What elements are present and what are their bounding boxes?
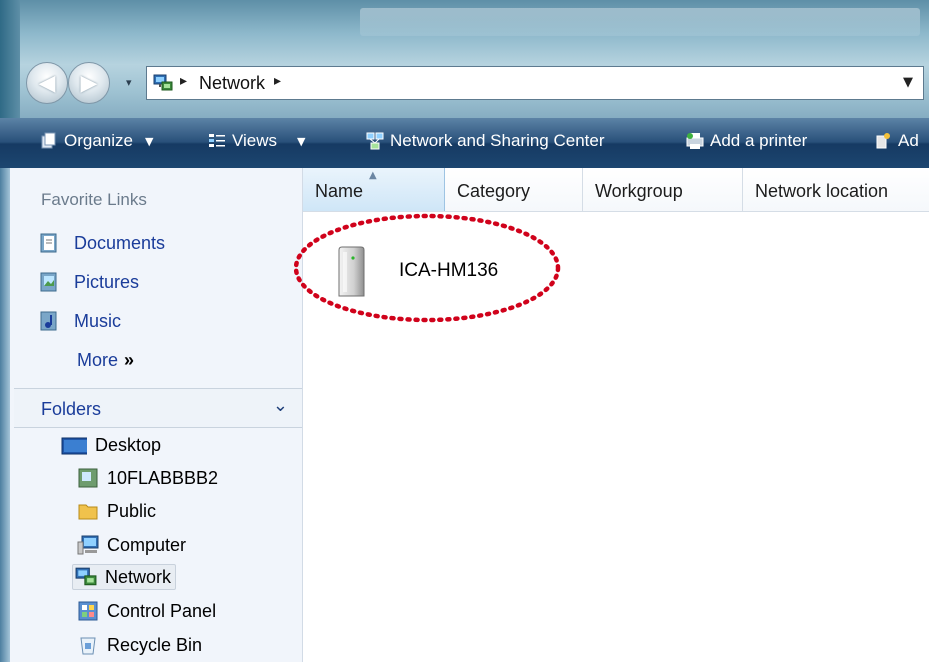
views-button[interactable]: Views ▼ (208, 131, 306, 151)
forward-button[interactable]: ▶ (68, 62, 110, 104)
favorite-link-label: Pictures (74, 271, 140, 292)
user-folder-icon (78, 468, 98, 488)
double-chevron-right-icon: » (124, 350, 135, 370)
recycle-bin-icon (80, 637, 96, 655)
network-sharing-center-label: Network and Sharing Center (390, 131, 605, 150)
column-header-name[interactable]: ▲ Name (303, 168, 445, 211)
tree-item-label: 10FLABBBB2 (107, 467, 219, 488)
column-label: Network location (755, 181, 889, 201)
tree-item-label: Control Panel (107, 600, 217, 621)
title-bar: ◀ ▶ ▾ ▸ Network ▸ ▼ (0, 0, 929, 118)
address-dropdown-icon[interactable]: ▼ (903, 75, 913, 90)
address-bar[interactable]: ▸ Network ▸ ▼ (146, 66, 924, 100)
column-label: Workgroup (595, 181, 683, 201)
add-device-icon (876, 133, 890, 149)
command-toolbar: Organize ▼ Views ▼ Network and Sharing C… (0, 118, 929, 168)
tree-item-label: Public (107, 500, 157, 521)
column-header-category[interactable]: Category (445, 168, 583, 211)
tree-item-computer[interactable]: Computer (77, 534, 186, 556)
column-header-row: ▲ Name Category Workgroup Network locati… (303, 168, 929, 212)
pictures-icon (40, 272, 57, 292)
chevron-down-icon[interactable]: ⌄ (273, 395, 288, 416)
organize-label: Organize (64, 131, 133, 150)
tree-item-label: Computer (107, 534, 187, 555)
tree-item-label: Recycle Bin (107, 634, 203, 655)
control-panel-icon (78, 601, 98, 621)
breadcrumb-separator-icon[interactable]: ▸ (274, 73, 281, 89)
column-label: Category (457, 181, 531, 201)
favorite-links-header: Favorite Links (41, 190, 147, 209)
favorite-link-documents[interactable]: Documents (38, 232, 165, 254)
tree-item-recycle-bin[interactable]: Recycle Bin (77, 634, 202, 656)
navigation-buttons: ◀ ▶ ▾ (26, 62, 146, 104)
favorite-link-label: Music (74, 310, 122, 331)
favorite-link-pictures[interactable]: Pictures (38, 271, 139, 293)
network-icon (75, 567, 97, 586)
add-device-button[interactable]: Ad (874, 131, 919, 151)
organize-icon (41, 132, 56, 149)
window-frame-edge (0, 168, 10, 662)
views-label: Views (232, 131, 278, 150)
navigation-pane: Favorite Links Documents Pictures Music … (0, 168, 303, 662)
organize-button[interactable]: Organize ▼ (40, 131, 153, 151)
desktop-icon (61, 437, 87, 455)
back-button[interactable]: ◀ (26, 62, 68, 104)
printer-icon (686, 133, 704, 149)
explorer-window: ◀ ▶ ▾ ▸ Network ▸ ▼ Organize ▼ Views ▼ N… (0, 0, 929, 662)
favorite-link-music[interactable]: Music (38, 310, 121, 332)
more-favorites-link[interactable]: More» (77, 350, 134, 371)
network-sharing-icon (366, 132, 384, 150)
highlight-annotation (293, 213, 561, 323)
tree-item-label: Desktop (95, 434, 162, 455)
window-title-blurred (360, 8, 920, 36)
column-label: Name (315, 181, 364, 201)
tree-item-user-folder[interactable]: 10FLABBBB2 (77, 467, 218, 489)
network-icon (153, 74, 173, 91)
column-header-network-location[interactable]: Network location (743, 168, 929, 211)
folder-icon (78, 504, 98, 520)
chevron-down-icon: ▼ (297, 134, 306, 148)
folders-bar[interactable]: Folders ⌄ (14, 388, 302, 428)
favorite-link-label: Documents (74, 232, 166, 253)
add-device-label: Ad (898, 131, 919, 150)
recent-pages-dropdown-icon[interactable]: ▾ (126, 76, 132, 89)
tree-item-network[interactable]: Network (72, 564, 177, 590)
breadcrumb-separator-icon[interactable]: ▸ (180, 73, 187, 89)
more-label: More (77, 350, 119, 370)
folders-label: Folders (41, 399, 102, 419)
views-icon (209, 134, 225, 147)
add-printer-button[interactable]: Add a printer (686, 131, 807, 151)
documents-icon (40, 233, 57, 253)
breadcrumb-network[interactable]: Network (199, 73, 265, 94)
tree-item-control-panel[interactable]: Control Panel (77, 600, 216, 622)
tree-item-desktop[interactable]: Desktop (57, 434, 161, 456)
computer-icon (77, 535, 99, 555)
chevron-down-icon: ▼ (144, 134, 154, 148)
network-sharing-center-button[interactable]: Network and Sharing Center (366, 131, 605, 151)
tree-item-label: Network (105, 566, 172, 587)
add-printer-label: Add a printer (710, 131, 808, 150)
sort-ascending-icon: ▲ (369, 170, 377, 181)
tree-item-public[interactable]: Public (77, 500, 156, 522)
music-icon (40, 311, 57, 331)
column-header-workgroup[interactable]: Workgroup (583, 168, 743, 211)
